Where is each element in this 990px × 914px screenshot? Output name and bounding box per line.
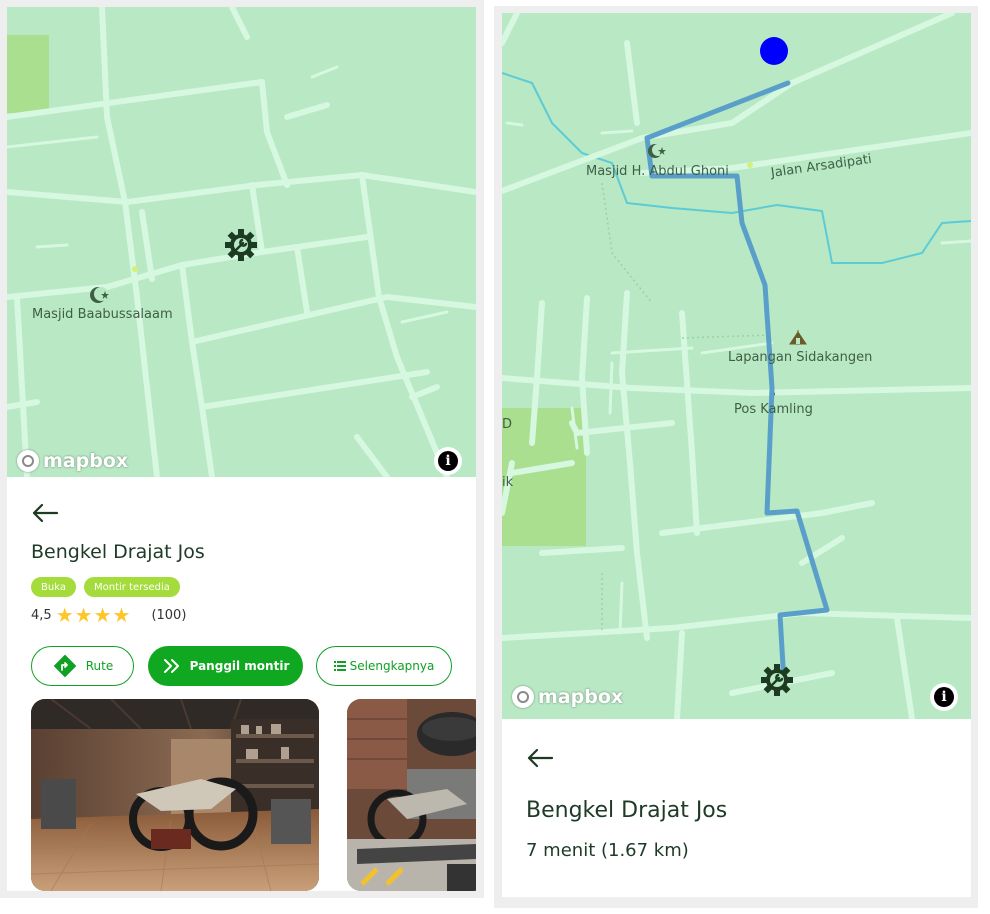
star-icon: ★ [55, 603, 74, 627]
star-icon: ★ [112, 603, 131, 627]
crescent-star-icon [90, 287, 109, 303]
double-chevron-right-icon [163, 659, 179, 673]
map-label-edge: D [502, 417, 513, 432]
status-badge-open: Buka [31, 577, 76, 597]
map-label-mosque: Masjid Baabussalaam [32, 307, 173, 322]
mapbox-text: mapbox [43, 450, 129, 472]
right-detail-sheet: Bengkel Drajat Jos 7 menit (1.67 km) [502, 719, 971, 897]
mapbox-attribution[interactable]: mapbox [17, 450, 128, 472]
shop-name: Bengkel Drajat Jos [526, 798, 728, 823]
workshop-marker-icon[interactable] [760, 663, 794, 697]
mapbox-logo-icon [17, 450, 39, 472]
right-screen: Masjid H. Abdul Ghoni Jalan Arsadipati L… [502, 13, 971, 897]
info-icon: i [438, 451, 458, 471]
right-map-roads [502, 13, 971, 719]
map-label-field: Lapangan Sidakangen [728, 350, 873, 365]
status-badge-mechanic: Montir tersedia [84, 577, 180, 597]
turn-right-diamond-icon [53, 654, 77, 678]
left-screen: Masjid Baabussalaam mapbox i Bengkel Dra… [7, 7, 476, 891]
star-icon: ★ [74, 603, 93, 627]
poi-dot [132, 266, 138, 272]
map-label-post: Pos Kamling [734, 402, 813, 417]
map-info-button[interactable]: i [434, 447, 462, 475]
review-count: (100) [151, 607, 187, 623]
left-map[interactable]: Masjid Baabussalaam mapbox i [7, 7, 476, 477]
tent-icon [789, 330, 807, 345]
info-icon: i [934, 687, 954, 707]
call-mechanic-button[interactable]: Panggil montir [148, 646, 303, 686]
back-arrow-icon[interactable] [526, 748, 554, 768]
more-label: Selengkapnya [349, 659, 435, 673]
rating-value: 4,5 [31, 607, 52, 623]
route-button[interactable]: Rute [31, 646, 134, 686]
map-label-edge: ik [502, 475, 514, 490]
crescent-star-icon [648, 144, 666, 158]
back-arrow-icon[interactable] [31, 503, 59, 523]
map-label-mosque: Masjid H. Abdul Ghoni [586, 164, 729, 179]
map-info-button[interactable]: i [930, 683, 958, 711]
park-area [7, 35, 49, 113]
travel-eta: 7 menit (1.67 km) [526, 840, 689, 861]
list-icon [333, 661, 346, 671]
poi-dot [747, 162, 753, 168]
mapbox-text: mapbox [538, 686, 624, 708]
mapbox-attribution[interactable]: mapbox [512, 686, 623, 708]
shop-photo[interactable] [347, 699, 476, 891]
more-button[interactable]: Selengkapnya [316, 646, 452, 686]
left-detail-sheet: Bengkel Drajat Jos Buka Montir tersedia … [7, 477, 476, 891]
shop-name: Bengkel Drajat Jos [31, 541, 205, 563]
shop-photo[interactable] [31, 699, 319, 891]
workshop-marker-icon[interactable] [224, 228, 258, 262]
call-mechanic-label: Panggil montir [189, 659, 290, 673]
rating-row: 4,5 ★ ★ ★ ★ (100) [31, 603, 187, 627]
star-icon: ★ [93, 603, 112, 627]
user-location-dot [760, 37, 788, 65]
route-label: Rute [85, 659, 114, 673]
mapbox-logo-icon [512, 686, 534, 708]
right-map[interactable]: Masjid H. Abdul Ghoni Jalan Arsadipati L… [502, 13, 971, 719]
